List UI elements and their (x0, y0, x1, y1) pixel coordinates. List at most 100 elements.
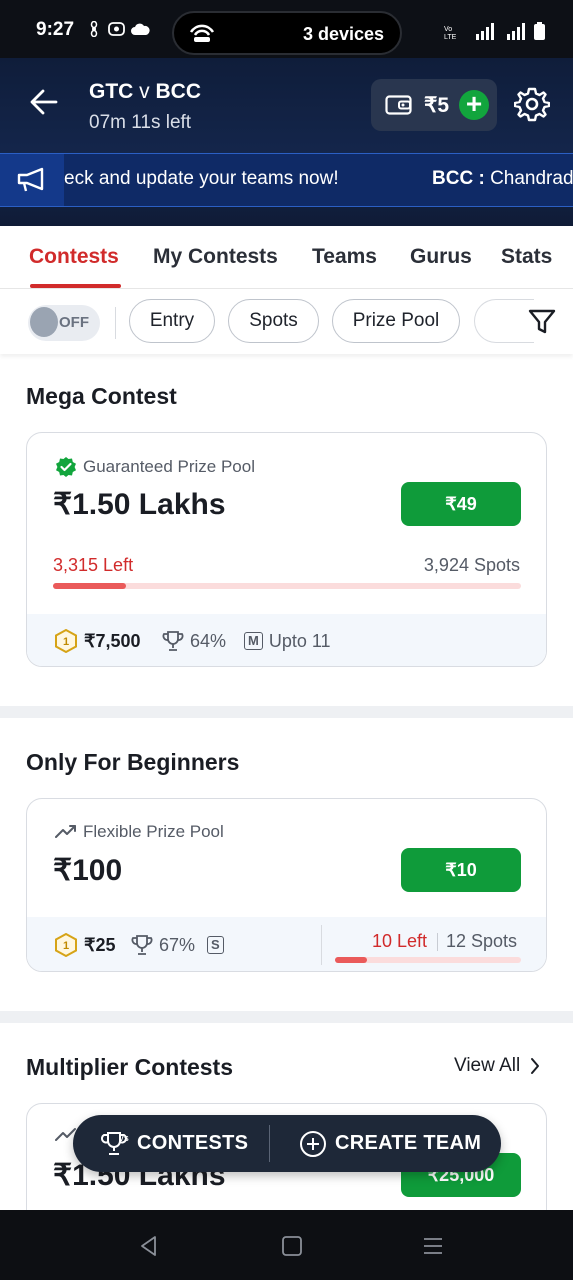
announcement-ticker[interactable]: eck and update your teams now! BCC : Cha… (0, 153, 573, 207)
first-prize-amount: ₹25 (84, 934, 116, 955)
battery-icon (534, 22, 545, 40)
spots-progress-bar (335, 957, 521, 963)
trophy-icon (162, 631, 184, 651)
trophy-icon (131, 935, 153, 955)
contest-tabs: Contests My Contests Teams Gurus Stats (0, 226, 573, 289)
signal-icon (507, 23, 525, 40)
match-title: GTC v BCC (89, 80, 201, 104)
filter-divider (115, 307, 116, 339)
contests-button-label: CONTESTS (137, 1132, 249, 1154)
toggle-label: OFF (59, 314, 89, 331)
tab-contests[interactable]: Contests (29, 245, 119, 269)
max-teams: M Upto 11 (244, 614, 331, 666)
card-footer: 1 ₹25 67% S 10 Left 12 Spots (27, 917, 546, 971)
spots-progress-fill (53, 583, 126, 589)
first-prize-amount: ₹7,500 (84, 630, 141, 651)
svg-text:Vo: Vo (444, 26, 452, 33)
volte-icon: VoLTE (444, 26, 457, 40)
first-prize-medal-icon: 1 (55, 933, 77, 957)
winning-percentage: 67% (131, 917, 196, 971)
prize-pool-type: Flexible Prize Pool (55, 822, 224, 842)
ticker-icon-box (0, 154, 64, 206)
view-all-link[interactable]: View All (454, 1055, 540, 1077)
card-footer: 1 ₹7,500 64% M Upto 11 (27, 614, 546, 666)
filter-bar: OFF Entry Spots Prize Pool (0, 289, 573, 354)
chevron-right-icon (531, 1058, 540, 1074)
ticker-player: Chandrade (490, 168, 573, 189)
robot-icon (108, 22, 125, 36)
signal-5g-icon (476, 23, 494, 40)
team1-name: GTC (89, 80, 134, 103)
winning-percentage: 64% (162, 614, 227, 666)
section-title-mega: Mega Contest (26, 383, 177, 409)
wallet-button[interactable]: ₹5 + (371, 79, 497, 131)
nav-back-icon[interactable] (137, 1234, 161, 1258)
tab-gurus[interactable]: Gurus (410, 245, 472, 269)
first-prize: 1 ₹25 (54, 917, 116, 971)
filter-chip-overflow[interactable] (474, 299, 534, 343)
wallet-icon (385, 95, 412, 115)
section-separator (0, 1011, 573, 1023)
prize-pool-type: Guaranteed Prize Pool (55, 456, 255, 478)
verified-check-icon (56, 457, 76, 477)
hotspot-icon (189, 24, 215, 42)
contests-button[interactable]: VS CONTESTS (101, 1115, 248, 1172)
back-arrow-icon[interactable] (26, 84, 62, 120)
contest-card-mega[interactable]: Guaranteed Prize Pool ₹1.50 Lakhs ₹49 3,… (26, 432, 547, 667)
spots-divider (437, 933, 438, 951)
nav-home-icon[interactable] (280, 1234, 304, 1258)
pool-type-label: Guaranteed Prize Pool (83, 457, 255, 476)
tab-my-contests[interactable]: My Contests (153, 245, 278, 269)
toggle-knob (30, 307, 58, 337)
trophy-vs-icon: VS (101, 1131, 129, 1155)
tab-teams[interactable]: Teams (312, 245, 377, 269)
cloud-icon (131, 23, 150, 35)
svg-text:VS: VS (119, 1136, 129, 1143)
ticker-separator: : (473, 168, 491, 189)
win-percent: 67% (159, 934, 196, 955)
add-cash-button[interactable]: + (459, 90, 489, 120)
filter-toggle[interactable]: OFF (28, 305, 100, 341)
ticker-message: eck and update your teams now! (64, 168, 339, 189)
plus-circle-icon (300, 1130, 326, 1157)
spots-progress-fill (335, 957, 367, 963)
spots-total: 3,924 Spots (423, 555, 520, 575)
hotspot-pill[interactable]: 3 devices (172, 11, 402, 55)
system-nav-bar (0, 1210, 573, 1280)
single-entry-badge: S (207, 936, 224, 954)
team2-name: BCC (155, 80, 202, 103)
match-header: GTC v BCC 07m 11s left ₹5 + eck and upda… (0, 58, 573, 226)
win-percent: 64% (190, 630, 227, 651)
active-tab-indicator (30, 284, 121, 288)
entry-fee-button[interactable]: ₹10 (401, 848, 521, 892)
status-notification-icons (86, 21, 150, 37)
screen: { "status_bar": { "time": "9:27", "devic… (0, 0, 573, 1280)
prize-amount: ₹100 (53, 854, 123, 887)
filter-chip-prize-pool[interactable]: Prize Pool (332, 299, 460, 343)
spots-left: 10 Left (372, 931, 428, 951)
filter-chip-entry[interactable]: Entry (129, 299, 215, 343)
spots-total: 12 Spots (446, 931, 518, 951)
floating-action-bar: VS CONTESTS CREATE TEAM (73, 1115, 501, 1172)
gear-icon[interactable] (514, 86, 550, 122)
spots-progress-bar (53, 583, 521, 589)
status-bar: 9:27 3 devices Vo LTE (0, 0, 573, 58)
contest-card-beginners[interactable]: Flexible Prize Pool ₹100 ₹10 1 ₹25 67% S… (26, 798, 547, 972)
filter-chip-spots[interactable]: Spots (228, 299, 319, 343)
create-team-button[interactable]: CREATE TEAM (299, 1115, 481, 1172)
vs-label: v (139, 80, 150, 103)
prize-amount: ₹1.50 Lakhs (53, 488, 226, 521)
status-system-icons: Vo LTE (444, 22, 545, 40)
funnel-icon[interactable] (527, 307, 557, 337)
pool-type-label: Flexible Prize Pool (83, 822, 224, 841)
first-prize: 1 ₹7,500 (54, 614, 141, 666)
trending-up-icon (55, 825, 76, 838)
nav-menu-icon[interactable] (421, 1234, 445, 1258)
multi-entry-badge: M (244, 632, 263, 650)
devices-count: 3 devices (302, 24, 384, 44)
ticker-team: BCC (432, 168, 474, 189)
tab-stats[interactable]: Stats (501, 245, 552, 269)
svg-text:1: 1 (63, 940, 69, 952)
entry-fee-button[interactable]: ₹49 (401, 482, 521, 526)
footer-divider (321, 925, 322, 965)
